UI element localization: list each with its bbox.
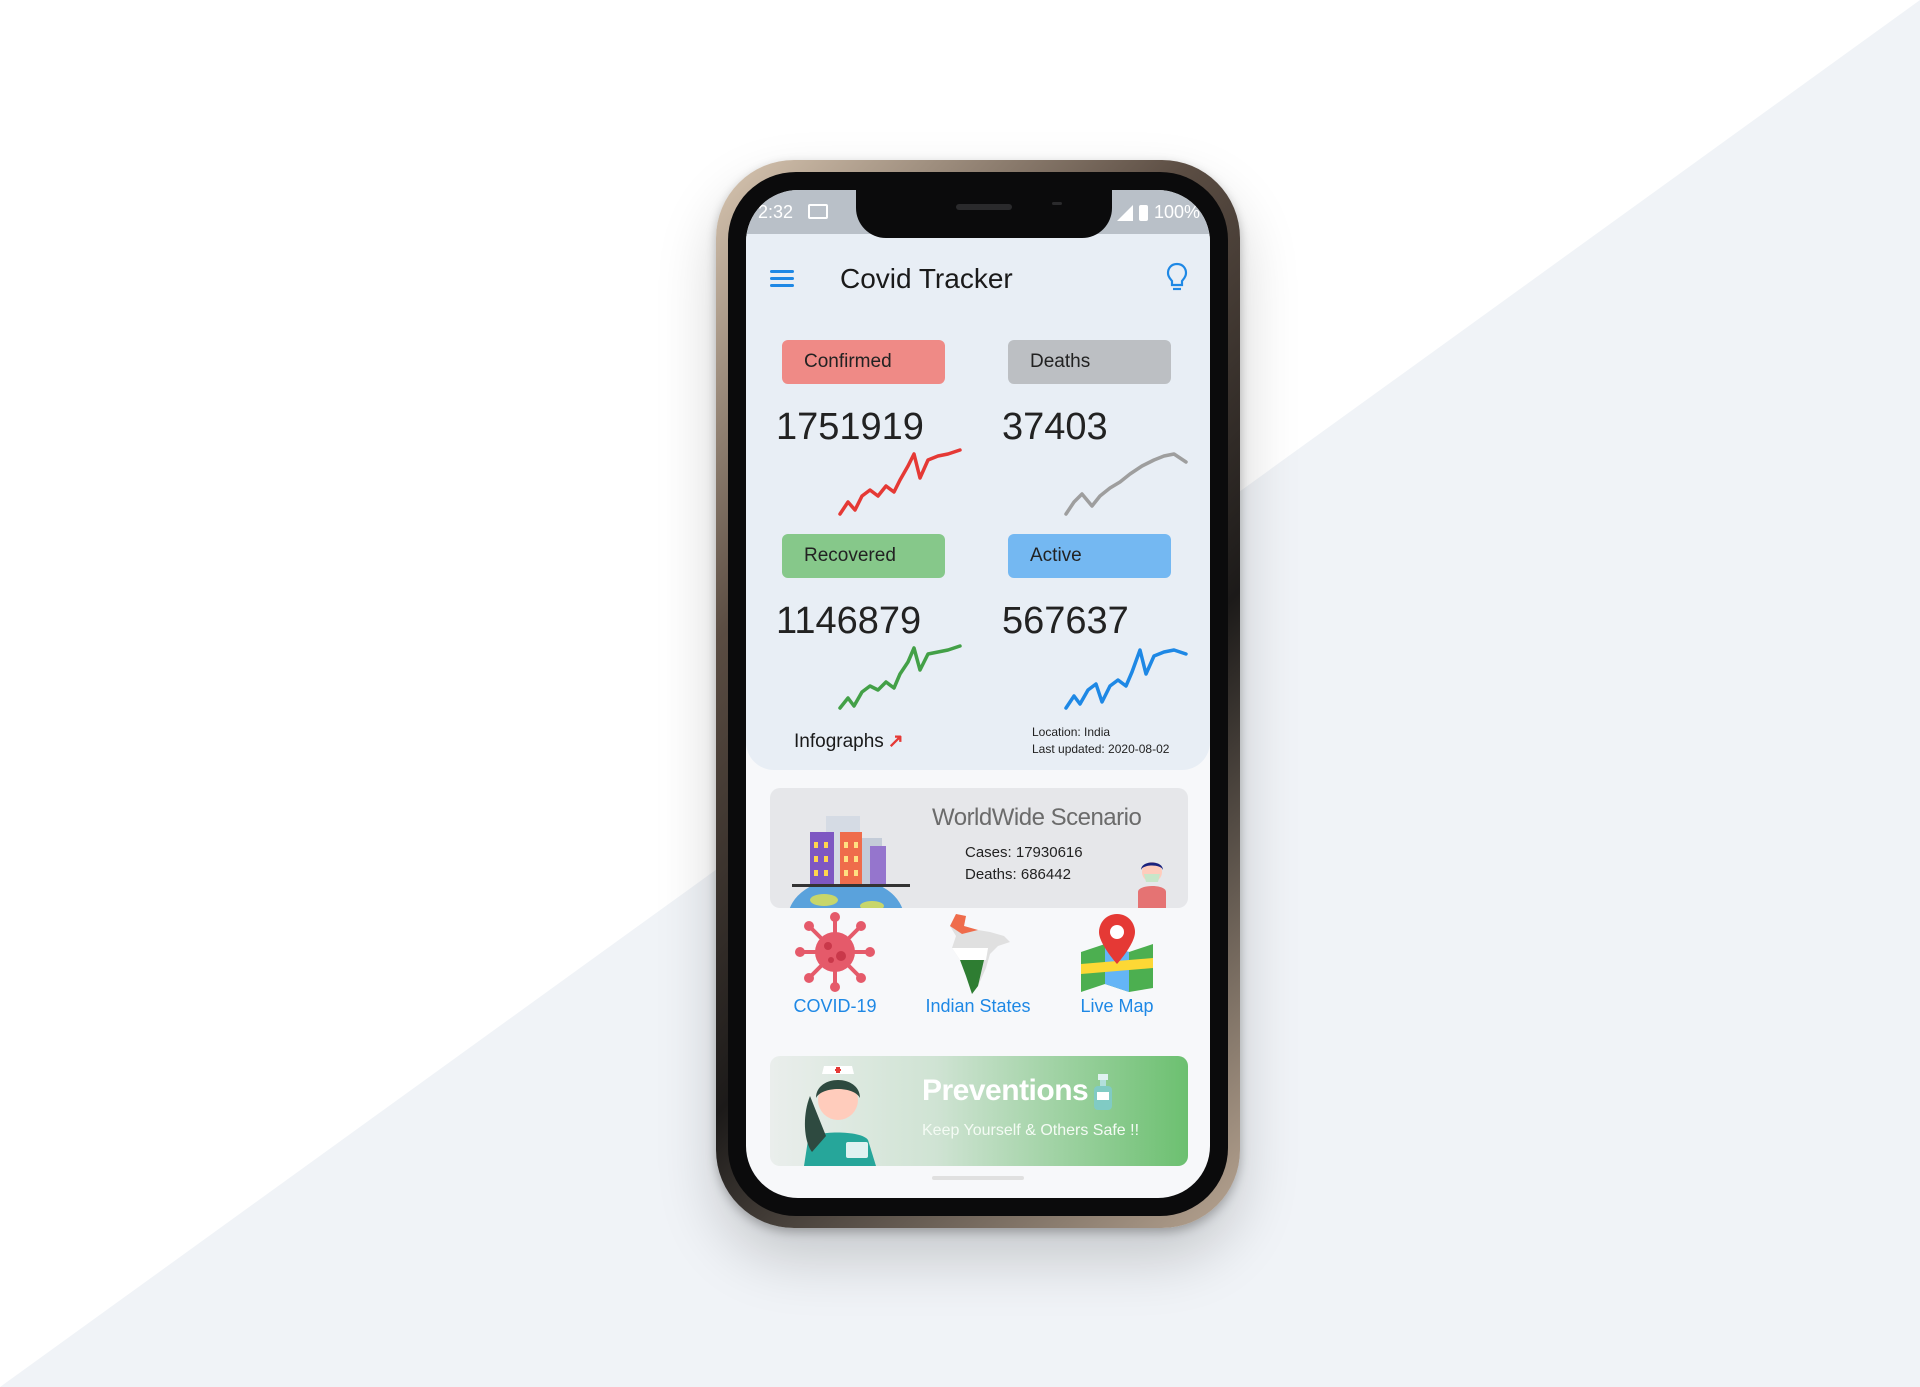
shortcut-live-map-label: Live Map bbox=[1080, 996, 1154, 1016]
virus-icon bbox=[795, 912, 875, 992]
phone-notch bbox=[856, 190, 1112, 238]
worldwide-title: WorldWide Scenario bbox=[932, 804, 1142, 831]
laptop-icon bbox=[808, 204, 828, 219]
stat-active: Active 567637 bbox=[998, 534, 1198, 724]
deaths-label: Deaths bbox=[1008, 340, 1171, 384]
summary-card: Covid Tracker Confirmed 1751919 Deaths 3… bbox=[746, 234, 1210, 770]
worldwide-card[interactable]: WorldWide Scenario Cases: 17930616 Death… bbox=[770, 788, 1188, 908]
active-trend-line bbox=[1064, 648, 1188, 710]
hamburger-menu-icon[interactable] bbox=[770, 270, 794, 288]
hand-sanitizer-icon bbox=[1094, 1074, 1112, 1110]
nurse-icon bbox=[804, 1066, 876, 1166]
active-label: Active bbox=[1008, 534, 1171, 578]
lightbulb-icon[interactable] bbox=[1166, 262, 1188, 294]
app-title: Covid Tracker bbox=[840, 263, 1013, 294]
front-camera bbox=[1052, 202, 1062, 205]
confirmed-trend-line bbox=[838, 448, 962, 516]
deaths-value: 37403 bbox=[1002, 406, 1108, 448]
map-pin-icon bbox=[1081, 914, 1153, 992]
preventions-card[interactable]: Preventions Keep Yourself & Others Safe … bbox=[770, 1056, 1188, 1166]
arrow-up-right-icon: ↗ bbox=[887, 731, 904, 752]
active-value: 567637 bbox=[1002, 600, 1129, 642]
shortcut-indian-states[interactable]: Indian States bbox=[913, 912, 1043, 1022]
stat-confirmed: Confirmed 1751919 bbox=[772, 340, 972, 530]
worldwide-deaths: Deaths: 686442 bbox=[965, 866, 1071, 883]
status-indicators: 100% bbox=[1116, 202, 1200, 223]
battery-icon bbox=[1138, 204, 1148, 221]
worldwide-cases: Cases: 17930616 bbox=[965, 844, 1083, 861]
shortcut-live-map[interactable]: Live Map bbox=[1052, 912, 1182, 1022]
battery-percent: 100% bbox=[1153, 202, 1200, 222]
recovered-value: 1146879 bbox=[776, 600, 922, 642]
worldwide-stats: Cases: 17930616 Deaths: 686442 bbox=[965, 842, 1083, 886]
status-time: 2:32 bbox=[758, 202, 794, 222]
last-updated-text: Last updated: 2020-08-02 bbox=[1032, 742, 1170, 756]
infographs-link[interactable]: Infographs ↗ bbox=[794, 730, 904, 753]
recovered-label: Recovered bbox=[782, 534, 945, 578]
speaker-grille bbox=[956, 204, 1012, 210]
city-globe-icon bbox=[789, 816, 910, 908]
india-map-icon bbox=[950, 914, 1010, 994]
confirmed-value: 1751919 bbox=[776, 406, 924, 448]
infographs-label: Infographs bbox=[794, 731, 884, 752]
location-meta: Location: India Last updated: 2020-08-02 bbox=[1032, 724, 1169, 758]
location-text: Location: India bbox=[1032, 725, 1111, 739]
masked-person-icon bbox=[1138, 862, 1166, 908]
shortcut-covid19[interactable]: COVID-19 bbox=[770, 912, 900, 1022]
shortcut-indian-states-label: Indian States bbox=[925, 996, 1031, 1016]
phone-screen: 2:32 100% Covid Tracker Confirmed 175191… bbox=[746, 190, 1210, 1198]
app-bar: Covid Tracker bbox=[746, 234, 1210, 310]
signal-icon bbox=[1116, 204, 1133, 221]
home-indicator[interactable] bbox=[932, 1176, 1024, 1180]
recovered-trend-line bbox=[838, 644, 962, 710]
deaths-trend-line bbox=[1064, 452, 1188, 516]
confirmed-label: Confirmed bbox=[782, 340, 945, 384]
phone-frame: 2:32 100% Covid Tracker Confirmed 175191… bbox=[716, 160, 1240, 1228]
shortcut-covid19-label: COVID-19 bbox=[793, 996, 877, 1016]
stat-deaths: Deaths 37403 bbox=[998, 340, 1198, 530]
stat-recovered: Recovered 1146879 bbox=[772, 534, 972, 724]
preventions-subtitle: Keep Yourself & Others Safe !! bbox=[922, 1122, 1140, 1139]
preventions-title: Preventions bbox=[922, 1074, 1089, 1107]
